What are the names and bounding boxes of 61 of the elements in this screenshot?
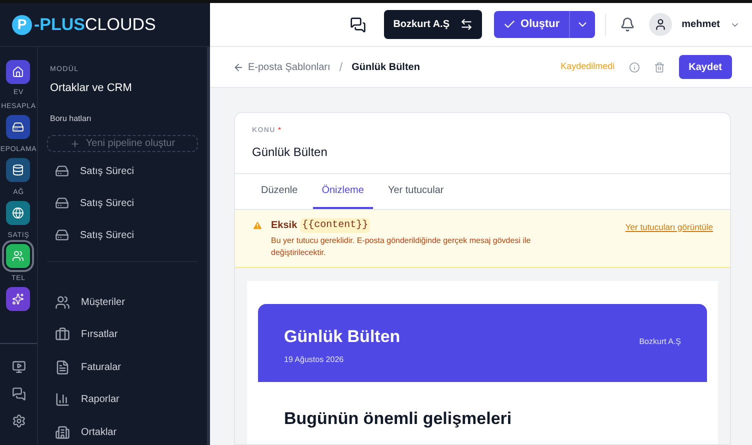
rail-button[interactable]: [6, 158, 30, 182]
warning-text: Bu yer tutucu gereklidir. E-posta gönderildiğinde gerçek mesaj gövdesi ile değiştirilecektir.: [271, 234, 532, 258]
nav-item[interactable]: Ortaklar: [47, 416, 198, 445]
bar-chart-icon: [55, 392, 70, 408]
save-button[interactable]: Kaydet: [678, 55, 732, 79]
drive-icon: [55, 196, 69, 210]
page-title: Günlük Bülten: [352, 60, 420, 74]
module-title: Ortaklar ve CRM: [50, 80, 133, 96]
nav-item[interactable]: Müşteriler: [47, 286, 198, 318]
users-icon: [55, 294, 70, 310]
email-heading: Bugünün önemli gelişmeleri: [284, 408, 512, 428]
email-title: Günlük Bülten: [284, 326, 400, 348]
swap-icon: [460, 18, 473, 31]
monitor-icon[interactable]: [12, 360, 26, 374]
user-menu-button[interactable]: mehmet: [682, 17, 740, 32]
home-icon: [12, 66, 24, 78]
drive-icon: [55, 228, 69, 242]
chat-icon[interactable]: [350, 16, 366, 32]
new-pipeline-button[interactable]: Yeni pipeline oluştur: [47, 135, 198, 152]
pipeline-item[interactable]: Satış Süreci: [47, 219, 198, 251]
users-icon: [12, 250, 24, 262]
avatar[interactable]: [648, 13, 672, 36]
breadcrumb-separator: /: [339, 59, 343, 76]
database-icon: [12, 164, 24, 176]
rail-button[interactable]: [6, 201, 30, 225]
building-icon: [55, 424, 70, 440]
placeholder-code: {{content}}: [300, 218, 370, 232]
bell-icon[interactable]: [620, 17, 635, 32]
logo-text: -PLUSCLOUDS: [34, 14, 156, 36]
rail-button[interactable]: [6, 115, 30, 139]
user-icon: [654, 18, 667, 31]
section-label: Boru hatları: [50, 113, 92, 125]
subject-input[interactable]: Günlük Bülten: [252, 142, 713, 160]
drive-icon: [12, 121, 24, 133]
settings-icon[interactable]: [12, 414, 26, 428]
pipeline-item[interactable]: Satış Süreci: [47, 155, 198, 187]
pipeline-item[interactable]: Satış Süreci: [47, 187, 198, 219]
chat-icon[interactable]: [12, 387, 26, 401]
email-date: 19 Ağustos 2026: [284, 354, 345, 366]
document-icon: [55, 360, 70, 375]
nav-item[interactable]: Faturalar: [47, 351, 198, 384]
warning-icon: [252, 220, 263, 230]
briefcase-icon: [55, 327, 70, 342]
email-company: Bozkurt A.Ş: [639, 336, 681, 348]
tab[interactable]: Düzenle: [252, 174, 307, 208]
sparkle-icon: [12, 293, 24, 305]
nav-item[interactable]: Raporlar: [47, 384, 198, 416]
rail-button[interactable]: [6, 244, 30, 268]
back-link[interactable]: E-posta Şablonları: [233, 60, 330, 74]
tab[interactable]: Yer tutucular: [378, 174, 453, 208]
back-arrow-icon: [233, 62, 244, 72]
rail-button[interactable]: [6, 287, 30, 311]
nav-item[interactable]: Fırsatlar: [47, 318, 198, 351]
globe-icon: [12, 207, 24, 219]
warning-title: Eksik: [271, 218, 298, 232]
company-switch-button[interactable]: Bozkurt A.Ş: [384, 10, 482, 39]
logo-mark: P: [12, 14, 32, 34]
rail-button[interactable]: [6, 60, 30, 84]
save-status: Kaydedilmedi: [560, 60, 615, 74]
drive-icon: [55, 164, 69, 178]
plus-icon: [70, 138, 80, 148]
